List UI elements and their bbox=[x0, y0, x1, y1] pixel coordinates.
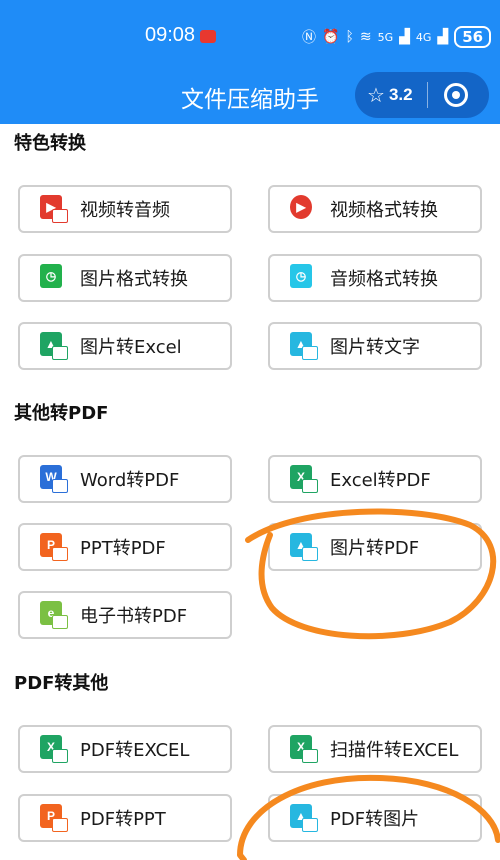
bluetooth-icon: ᛒ bbox=[345, 29, 354, 45]
top-bar: 09:08 Ⓝ ⏰ ᛒ ≋ 5G ▟ 4G ▟ 56 文件压缩助手 ☆ 3.2 bbox=[0, 0, 500, 124]
pdf-to-excel-button[interactable]: X PDF转EXCEL bbox=[18, 725, 232, 773]
button-label: 视频转音频 bbox=[80, 200, 170, 221]
rating-value: 3.2 bbox=[388, 85, 413, 104]
video-format-icon: ▶ bbox=[290, 195, 318, 223]
pdf-to-ppt-button[interactable]: P PDF转PPT bbox=[18, 794, 232, 842]
battery-indicator: 56 bbox=[454, 26, 492, 48]
audio-format-icon: ◷ bbox=[290, 264, 318, 292]
ppt-to-pdf-button[interactable]: P PPT转PDF bbox=[18, 523, 232, 571]
signal-icon-2: ▟ bbox=[437, 29, 449, 45]
button-label: PDF转图片 bbox=[330, 809, 420, 830]
image-to-text-button[interactable]: ▲ 图片转文字 bbox=[268, 322, 482, 370]
button-label: 扫描件转EXCEL bbox=[330, 740, 459, 761]
video-format-button[interactable]: ▶ 视频格式转换 bbox=[268, 185, 482, 233]
pdf-excel-icon: X bbox=[40, 735, 68, 763]
button-label: 电子书转PDF bbox=[80, 606, 188, 627]
signal-icon: ▟ bbox=[399, 29, 410, 45]
image-format-icon: ◷ bbox=[40, 264, 68, 292]
image-text-icon: ▲ bbox=[290, 332, 318, 360]
audio-format-button[interactable]: ◷ 音频格式转换 bbox=[268, 254, 482, 302]
button-label: Excel转PDF bbox=[330, 470, 431, 491]
excel-to-pdf-button[interactable]: X Excel转PDF bbox=[268, 455, 482, 503]
image-pdf-icon: ▲ bbox=[290, 533, 318, 561]
button-label: 图片转文字 bbox=[330, 337, 420, 358]
scan-excel-icon: X bbox=[290, 735, 318, 763]
section-title-from-pdf: PDF转其他 bbox=[14, 673, 109, 694]
button-label: 图片转Excel bbox=[80, 337, 182, 358]
notification-app-icon bbox=[200, 30, 216, 43]
image-excel-icon: ▲ bbox=[40, 332, 68, 360]
pdf-ppt-icon: P bbox=[40, 804, 68, 832]
button-label: PDF转EXCEL bbox=[80, 740, 190, 761]
button-label: PDF转PPT bbox=[80, 809, 166, 830]
image-to-excel-button[interactable]: ▲ 图片转Excel bbox=[18, 322, 232, 370]
nfc-icon: Ⓝ bbox=[302, 30, 316, 46]
section-title-special: 特色转换 bbox=[14, 133, 86, 154]
alarm-icon: ⏰ bbox=[322, 29, 340, 45]
excel-pdf-icon: X bbox=[290, 465, 318, 493]
button-label: PPT转PDF bbox=[80, 538, 166, 559]
status-icons: Ⓝ ⏰ ᛒ ≋ 5G ▟ 4G ▟ 56 bbox=[302, 24, 492, 50]
pdf-to-image-button[interactable]: ▲ PDF转图片 bbox=[268, 794, 482, 842]
scan-to-excel-button[interactable]: X 扫描件转EXCEL bbox=[268, 725, 482, 773]
section-title-to-pdf: 其他转PDF bbox=[14, 403, 109, 424]
image-to-pdf-button[interactable]: ▲ 图片转PDF bbox=[268, 523, 482, 571]
mini-program-capsule: ☆ 3.2 bbox=[355, 72, 489, 118]
word-pdf-icon: W bbox=[40, 465, 68, 493]
video-audio-icon: ▶ bbox=[40, 195, 68, 223]
button-label: 音频格式转换 bbox=[330, 269, 438, 290]
button-label: 视频格式转换 bbox=[330, 200, 438, 221]
ebook-to-pdf-button[interactable]: e 电子书转PDF bbox=[18, 591, 232, 639]
button-label: Word转PDF bbox=[80, 470, 180, 491]
button-label: 图片转PDF bbox=[330, 538, 420, 559]
ebook-pdf-icon: e bbox=[40, 601, 68, 629]
status-time: 09:08 bbox=[145, 24, 196, 46]
word-to-pdf-button[interactable]: W Word转PDF bbox=[18, 455, 232, 503]
close-target-icon[interactable] bbox=[443, 83, 468, 107]
network-4g-label: 4G bbox=[415, 30, 432, 44]
pdf-image-icon: ▲ bbox=[290, 804, 318, 832]
ppt-pdf-icon: P bbox=[40, 533, 68, 561]
button-label: 图片格式转换 bbox=[80, 269, 188, 290]
video-to-audio-button[interactable]: ▶ 视频转音频 bbox=[18, 185, 232, 233]
image-format-button[interactable]: ◷ 图片格式转换 bbox=[18, 254, 232, 302]
network-5g-label: 5G bbox=[377, 30, 394, 44]
wifi-icon: ≋ bbox=[359, 29, 372, 45]
capsule-divider bbox=[426, 82, 428, 108]
star-icon[interactable]: ☆ bbox=[367, 83, 385, 107]
